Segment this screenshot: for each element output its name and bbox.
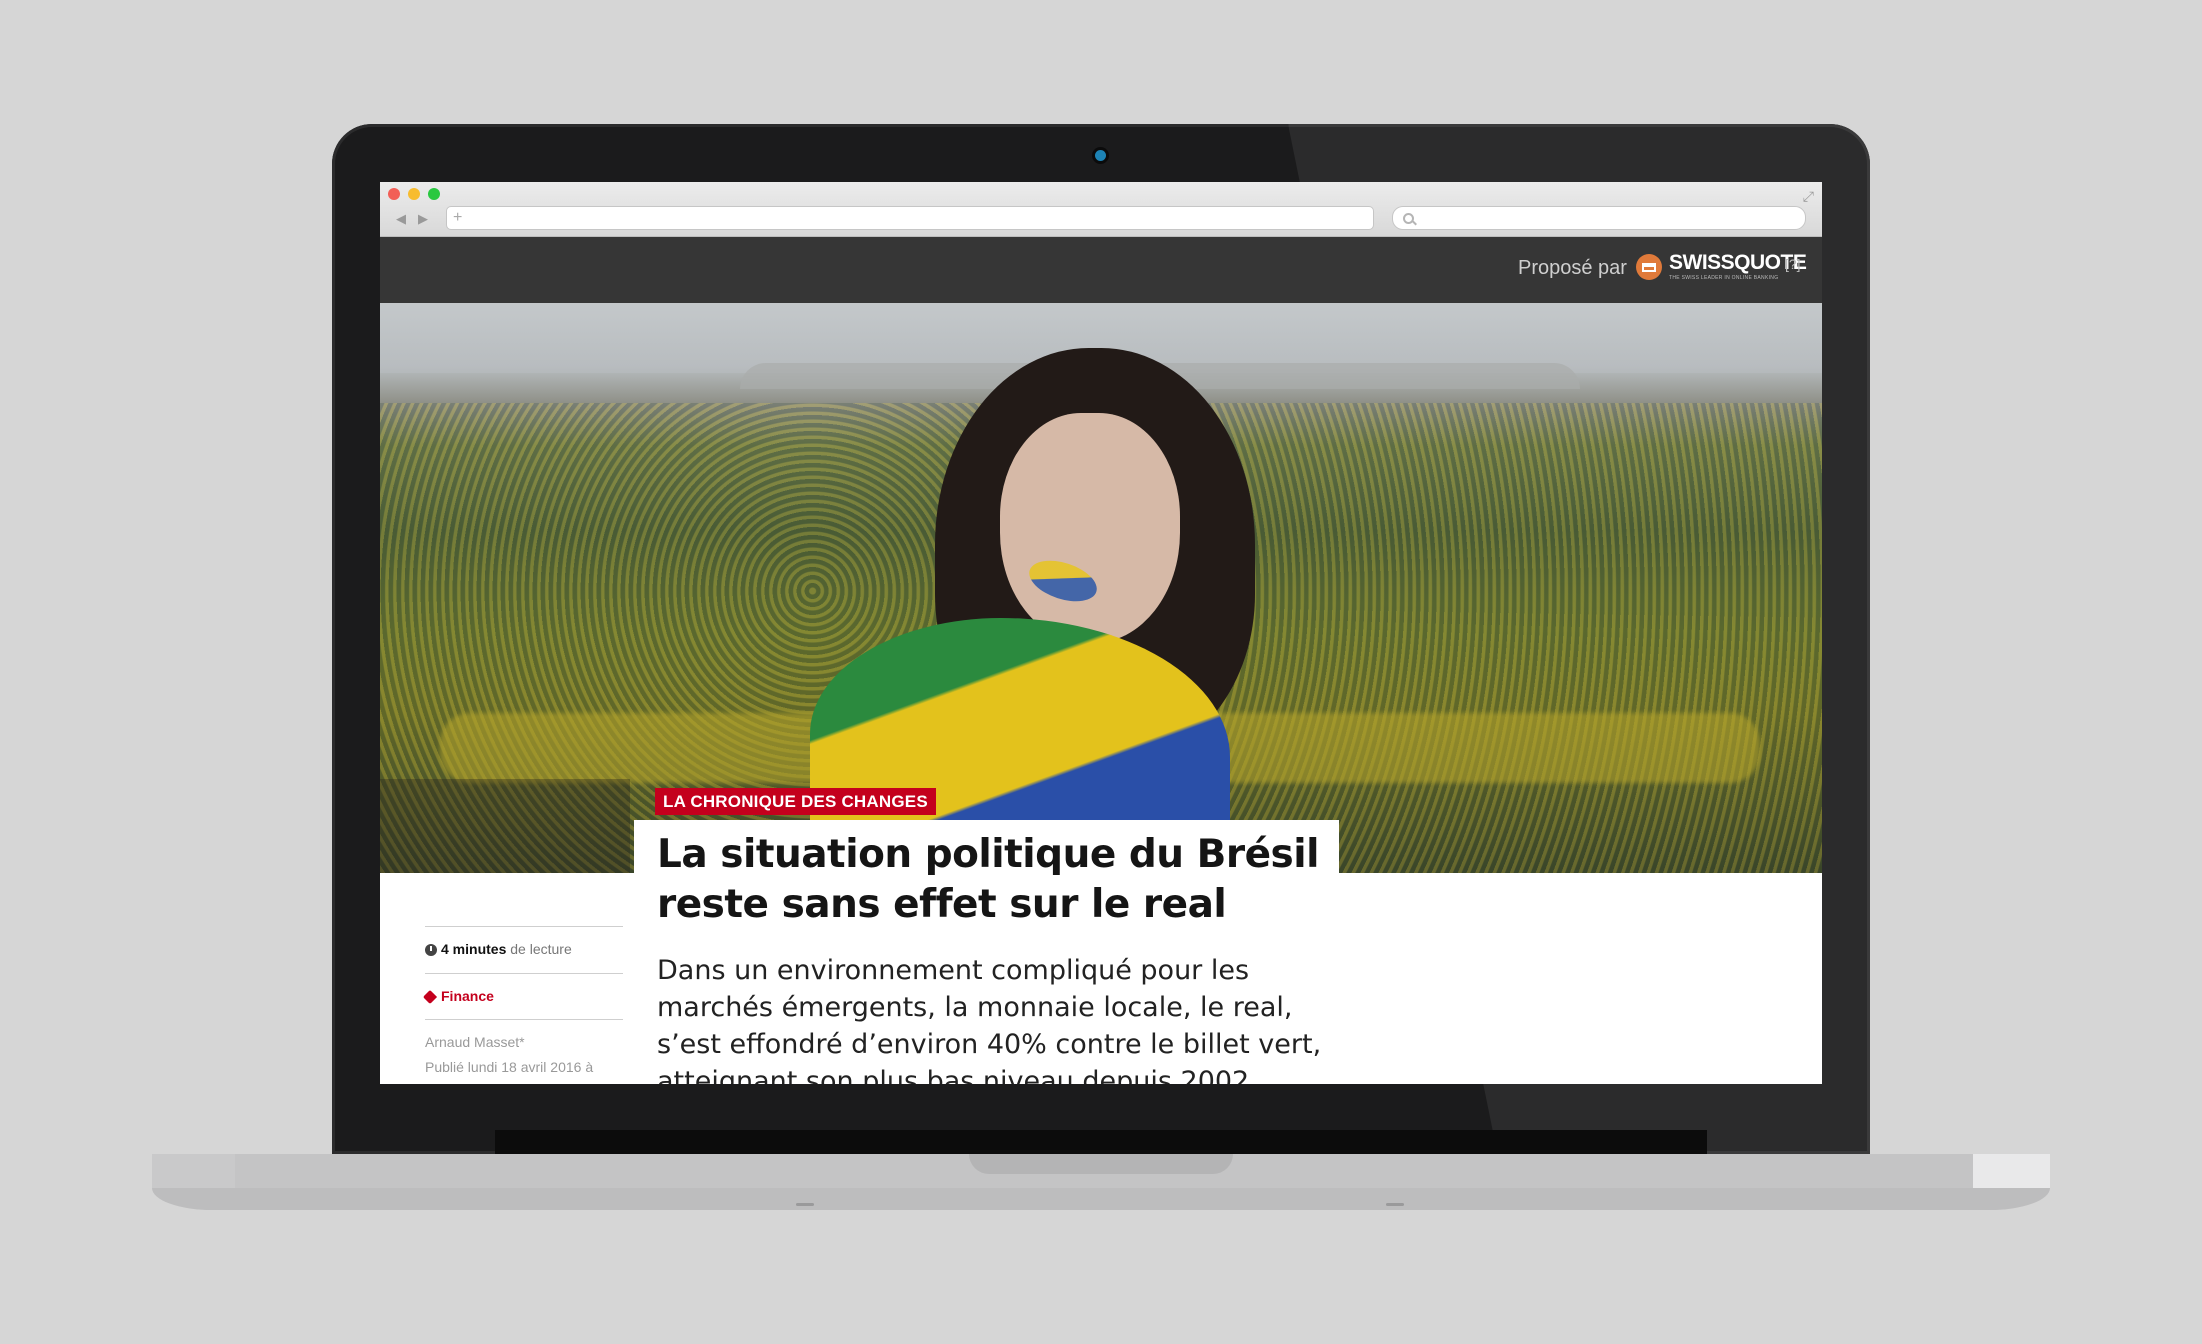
screen: ◀ ▶ + ⤢ Proposé par SWISSQUOTE THE SWISS … xyxy=(380,182,1822,1084)
plus-icon[interactable]: + xyxy=(453,207,462,229)
sponsor-bar: Proposé par SWISSQUOTE THE SWISS LEADER … xyxy=(380,237,1822,303)
category-tag[interactable]: LA CHRONIQUE DES CHANGES xyxy=(655,788,936,815)
photo-caption-overlay xyxy=(380,779,630,873)
search-icon xyxy=(1403,213,1414,224)
forward-arrow-icon[interactable]: ▶ xyxy=(412,208,434,230)
sponsor-label: Proposé par xyxy=(1518,257,1627,279)
author-name[interactable]: Arnaud Masset* xyxy=(425,1030,593,1055)
laptop-foot xyxy=(796,1203,814,1206)
sponsor-help-link[interactable]: [?] xyxy=(1785,256,1801,272)
webcam-icon xyxy=(1095,150,1106,161)
laptop-base-bottom xyxy=(152,1188,2050,1210)
laptop-base-edge xyxy=(1973,1154,2050,1188)
swissquote-logo-icon[interactable] xyxy=(1636,254,1662,280)
expand-icon[interactable]: ⤢ xyxy=(1803,188,1814,205)
address-bar[interactable]: + xyxy=(446,206,1374,230)
maximize-window-button[interactable] xyxy=(428,188,440,200)
article-title: La situation politique du Brésil reste s… xyxy=(657,832,1320,927)
clock-icon xyxy=(425,944,437,956)
laptop-hinge xyxy=(495,1130,1707,1154)
topic-link[interactable]: Finance xyxy=(441,988,494,1004)
close-window-button[interactable] xyxy=(388,188,400,200)
hero-person-face xyxy=(1000,413,1180,643)
reading-time-suffix: de lecture xyxy=(510,941,572,957)
sponsor-tagline: THE SWISS LEADER IN ONLINE BANKING xyxy=(1669,275,1779,281)
browser-chrome: ◀ ▶ + ⤢ xyxy=(380,182,1822,237)
laptop-foot xyxy=(1386,1203,1404,1206)
nav-arrows: ◀ ▶ xyxy=(390,208,442,230)
laptop-notch xyxy=(969,1154,1233,1174)
reading-time-meta: 4 minutes de lecture xyxy=(425,926,623,972)
hero-image xyxy=(380,303,1822,873)
author-meta: Arnaud Masset* Publié lundi 18 avril 201… xyxy=(425,1019,623,1084)
published-date: Publié lundi 18 avril 2016 à xyxy=(425,1059,594,1075)
minimize-window-button[interactable] xyxy=(408,188,420,200)
topic-meta: Finance xyxy=(422,973,623,1019)
article-lead: Dans un environnement compliqué pour les… xyxy=(657,955,1322,1084)
back-arrow-icon[interactable]: ◀ xyxy=(390,208,412,230)
search-input[interactable] xyxy=(1392,206,1806,230)
tag-icon xyxy=(422,989,438,1005)
reading-time-value: 4 minutes xyxy=(441,941,507,957)
